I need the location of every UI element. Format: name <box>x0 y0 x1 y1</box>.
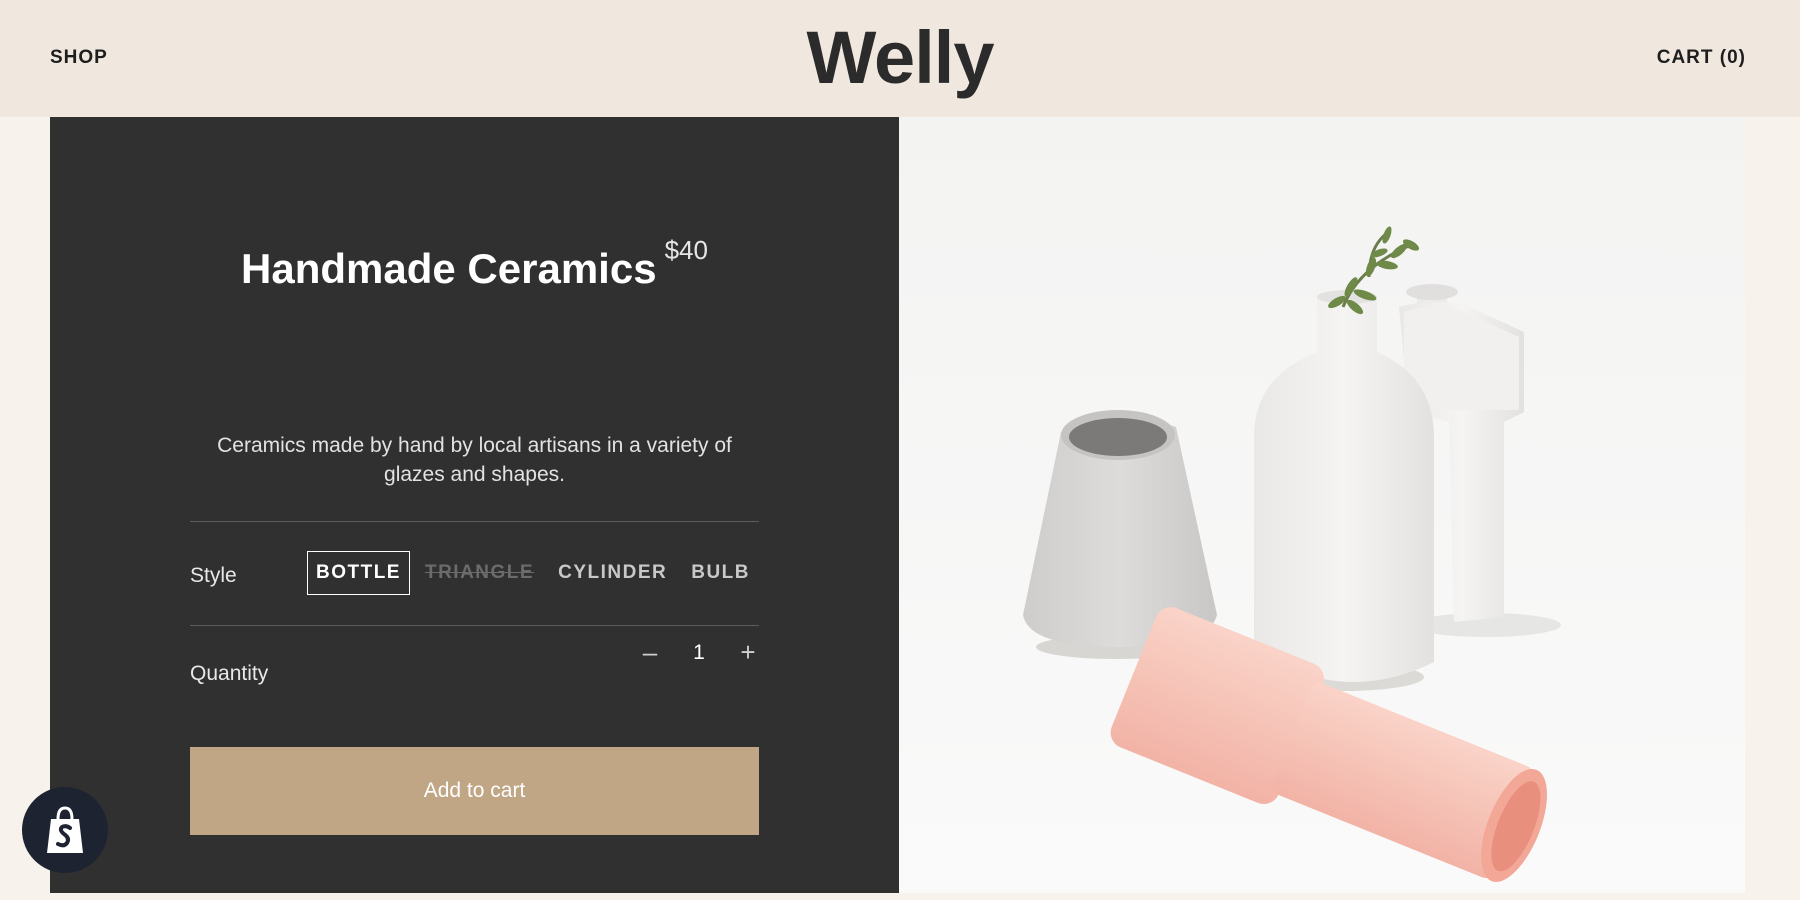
add-to-cart-button[interactable]: Add to cart <box>190 747 759 835</box>
divider <box>190 625 759 626</box>
nav-cart-link[interactable]: CART (0) <box>1657 47 1746 69</box>
divider <box>190 521 759 522</box>
site-header: SHOP Welly CART (0) <box>0 0 1800 117</box>
product-panel: Handmade Ceramics $40 Ceramics made by ha… <box>50 117 899 893</box>
style-options: BOTTLE TRIANGLE CYLINDER BULB <box>306 551 759 595</box>
quantity-value[interactable]: 1 <box>691 641 707 665</box>
product-description: Ceramics made by hand by local artisans … <box>217 434 732 486</box>
shopify-bag-icon <box>47 806 83 853</box>
quantity-label: Quantity <box>190 662 269 685</box>
ceramics-photo <box>899 117 1745 893</box>
product-price: $40 <box>664 235 708 265</box>
style-option-bulb[interactable]: BULB <box>682 551 759 595</box>
product-image <box>899 117 1745 893</box>
product-heading: Handmade Ceramics $40 <box>50 235 899 293</box>
site-logo[interactable]: Welly <box>0 18 1800 98</box>
quantity-increase-button[interactable]: + <box>737 637 759 668</box>
style-option-cylinder[interactable]: CYLINDER <box>549 551 676 595</box>
quantity-stepper: – 1 + <box>639 637 759 668</box>
product-title: Handmade Ceramics <box>241 245 657 292</box>
quantity-decrease-button[interactable]: – <box>639 637 661 668</box>
style-option-bottle[interactable]: BOTTLE <box>306 551 410 595</box>
style-option-triangle[interactable]: TRIANGLE <box>416 551 543 595</box>
shopify-badge[interactable] <box>22 787 108 873</box>
style-label: Style <box>190 564 237 587</box>
